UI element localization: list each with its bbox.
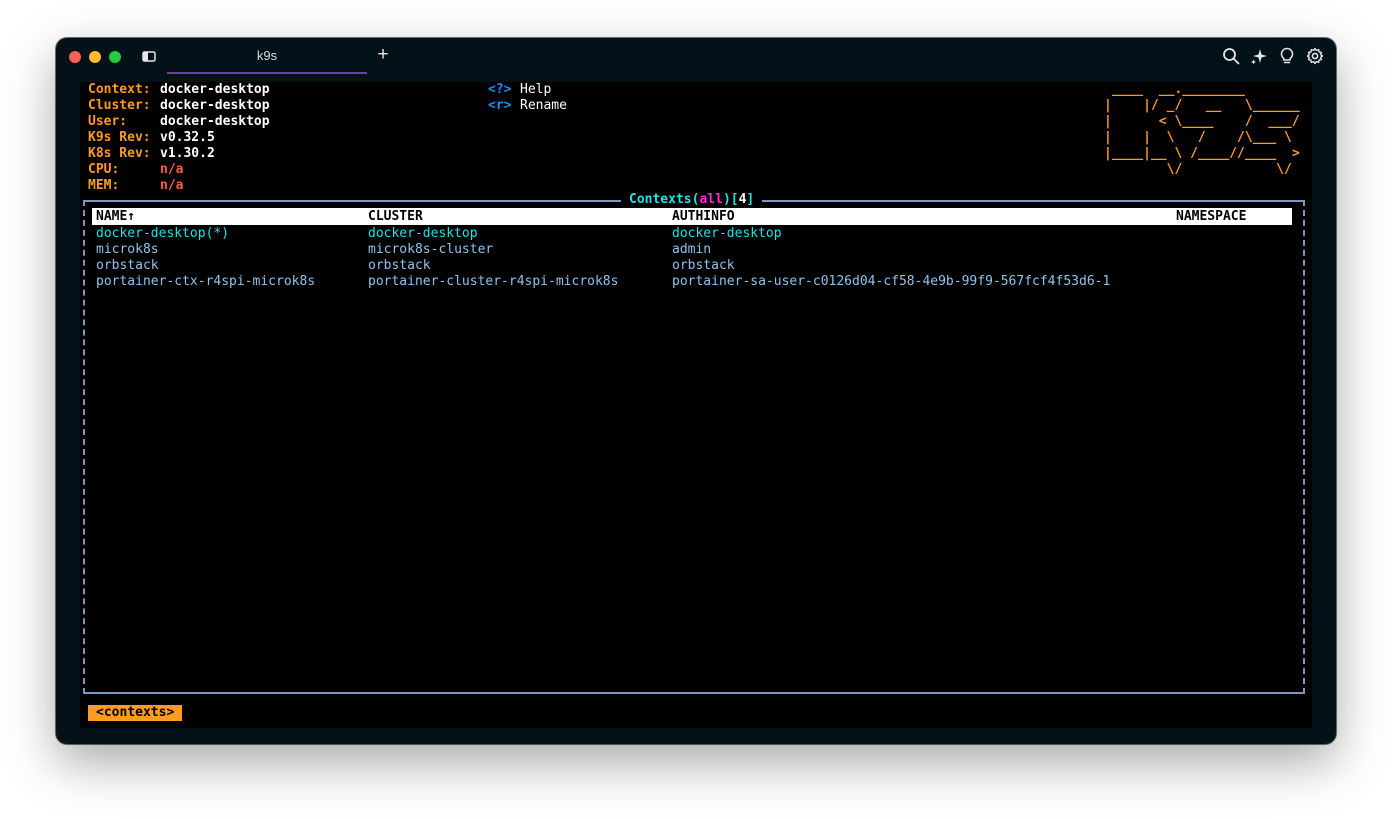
ai-sparkle-icon[interactable] xyxy=(1250,47,1268,65)
minimize-window-button[interactable] xyxy=(89,51,101,63)
logo-line: | < \____ / ___/ xyxy=(1104,114,1300,129)
cell-authinfo: docker-desktop xyxy=(672,226,782,241)
info-value-mem: n/a xyxy=(160,178,184,193)
tab-label: k9s xyxy=(256,48,278,63)
column-header-name[interactable]: NAME↑ xyxy=(96,208,135,225)
info-label: MEM: xyxy=(88,178,120,193)
cell-name: microk8s xyxy=(96,242,159,257)
tab-active-indicator xyxy=(167,72,367,74)
k9s-logo: ____ __.________ | |/ _/ __ \______ | < \… xyxy=(1104,82,1300,178)
cell-name: portainer-ctx-r4spi-microk8s xyxy=(96,274,316,289)
shortcut-key-help: <?> xyxy=(488,82,512,97)
logo-line: \/ \/ xyxy=(1104,162,1300,177)
info-value-cpu: n/a xyxy=(160,162,184,177)
info-label: Context: xyxy=(88,82,151,97)
panel-filter: all xyxy=(699,192,723,207)
logo-line: ____ __.________ xyxy=(1104,82,1300,97)
info-value-k8s-rev: v1.30.2 xyxy=(160,146,215,161)
cell-name: docker-desktop(*) xyxy=(96,226,230,241)
logo-line: |____|__ \ /____//____ > xyxy=(1104,146,1300,161)
gear-icon[interactable] xyxy=(1306,47,1324,65)
info-label: K9s Rev: xyxy=(88,130,151,145)
cell-authinfo: portainer-sa-user-c0126d04-cf58-4e9b-99f… xyxy=(672,274,1111,289)
info-label: Cluster: xyxy=(88,98,151,113)
column-header-cluster[interactable]: CLUSTER xyxy=(368,208,423,225)
k9s-terminal[interactable]: Context: docker-desktop Cluster: docker-… xyxy=(80,82,1312,728)
logo-line: | | \ / /\___ \ xyxy=(1104,130,1300,145)
cell-cluster: docker-desktop xyxy=(368,226,478,241)
info-value-user: docker-desktop xyxy=(160,114,270,129)
cell-cluster: portainer-cluster-r4spi-microk8s xyxy=(368,274,619,289)
shortcut-rename[interactable]: Rename xyxy=(520,98,567,114)
column-header-authinfo[interactable]: AUTHINFO xyxy=(672,208,735,225)
info-label: User: xyxy=(88,114,128,129)
cell-cluster: microk8s-cluster xyxy=(368,242,494,257)
breadcrumb[interactable]: <contexts> xyxy=(88,705,183,721)
cell-authinfo: admin xyxy=(672,242,712,257)
table-header: NAME↑ CLUSTER AUTHINFO NAMESPACE xyxy=(92,208,1292,225)
column-header-namespace[interactable]: NAMESPACE xyxy=(1176,208,1246,225)
shortcut-help[interactable]: Help xyxy=(520,82,551,98)
tab-k9s[interactable]: k9s xyxy=(167,38,367,74)
lightbulb-icon[interactable] xyxy=(1278,47,1296,65)
close-window-button[interactable] xyxy=(69,51,81,63)
info-label: CPU: xyxy=(88,162,120,177)
info-label: K8s Rev: xyxy=(88,146,151,161)
cell-authinfo: orbstack xyxy=(672,258,735,273)
sidebar-toggle-icon[interactable] xyxy=(142,49,156,63)
info-value-cluster: docker-desktop xyxy=(160,98,270,113)
panel-title: Contexts(all)[4] xyxy=(621,192,763,208)
info-value-k9s-rev: v0.32.5 xyxy=(160,130,215,145)
cell-name: orbstack xyxy=(96,258,159,273)
logo-line: | |/ _/ __ \______ xyxy=(1104,98,1300,113)
panel-title-text: Contexts xyxy=(629,192,692,207)
new-tab-button[interactable]: + xyxy=(373,44,393,66)
info-value-context: docker-desktop xyxy=(160,82,270,97)
shortcut-key-rename: <r> xyxy=(488,98,512,113)
terminal-window: k9s + Context: docker-desktop Cluster: d… xyxy=(56,38,1336,744)
search-icon[interactable] xyxy=(1222,47,1240,65)
cell-cluster: orbstack xyxy=(368,258,431,273)
title-bar: k9s + xyxy=(56,38,1336,74)
zoom-window-button[interactable] xyxy=(109,51,121,63)
